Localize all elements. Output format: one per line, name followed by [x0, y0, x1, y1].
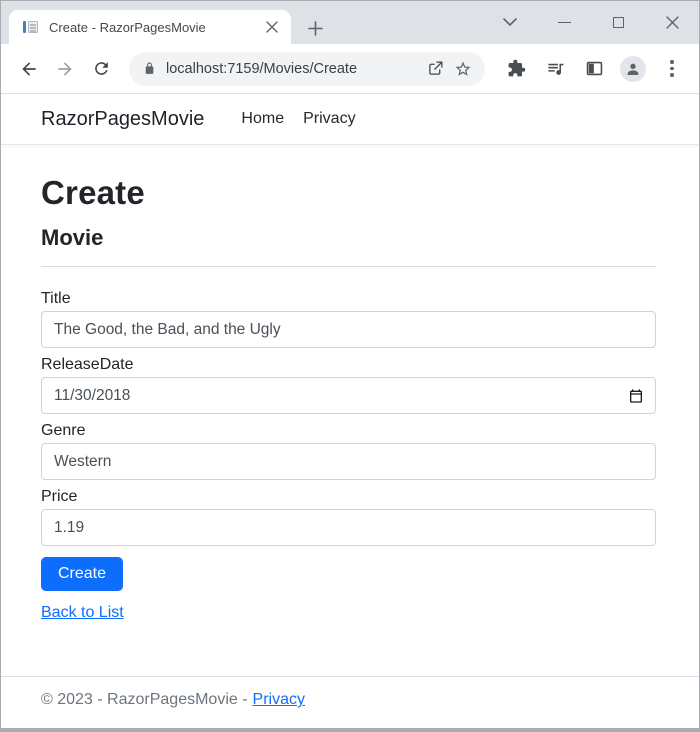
navbar-brand[interactable]: RazorPagesMovie: [41, 108, 204, 131]
extensions-button[interactable]: [503, 56, 529, 82]
bookmark-star-button[interactable]: [449, 55, 477, 83]
close-window-button[interactable]: [657, 8, 687, 38]
maximize-button[interactable]: [603, 8, 633, 38]
browser-tab[interactable]: Create - RazorPagesMovie: [9, 10, 291, 44]
browser-menu-button[interactable]: [659, 56, 685, 82]
price-label: Price: [41, 488, 78, 505]
minimize-button[interactable]: [549, 8, 579, 38]
forward-button[interactable]: [49, 53, 81, 85]
price-field-group: Price: [41, 488, 656, 546]
puzzle-icon: [508, 59, 525, 77]
window-controls: [495, 1, 687, 44]
footer-privacy-link[interactable]: Privacy: [253, 691, 305, 708]
titlebar: Create - RazorPagesMovie: [1, 1, 699, 44]
profile-avatar[interactable]: [620, 55, 646, 82]
footer-copyright: © 2023 - RazorPagesMovie -: [41, 691, 248, 708]
tab-title: Create - RazorPagesMovie: [49, 19, 206, 35]
page-title: Create: [41, 174, 145, 211]
releasedate-input[interactable]: [41, 377, 656, 414]
person-icon: [627, 63, 639, 75]
genre-field-group: Genre: [41, 422, 656, 480]
create-movie-form: Title ReleaseDate Genre: [41, 290, 656, 591]
browser-window: Create - RazorPagesMovie localhost:7159/…: [0, 0, 700, 732]
price-input[interactable]: [41, 509, 656, 546]
share-icon: [428, 61, 443, 75]
releasedate-field-group: ReleaseDate: [41, 356, 656, 414]
three-dots-icon: [670, 60, 674, 77]
web-page: RazorPagesMovie Home Privacy Create Movi…: [1, 94, 699, 728]
side-panel-icon: [586, 61, 602, 76]
reload-button[interactable]: [85, 53, 117, 85]
url-text[interactable]: localhost:7159/Movies/Create: [166, 61, 421, 77]
genre-input[interactable]: [41, 443, 656, 480]
genre-label: Genre: [41, 422, 86, 439]
address-bar[interactable]: localhost:7159/Movies/Create: [129, 51, 485, 86]
releasedate-label: ReleaseDate: [41, 356, 134, 373]
site-navbar: RazorPagesMovie Home Privacy: [1, 94, 699, 145]
calendar-icon[interactable]: [628, 388, 644, 404]
star-icon: [455, 61, 471, 76]
site-footer: © 2023 - RazorPagesMovie - Privacy: [1, 676, 699, 728]
side-panel-button[interactable]: [581, 56, 607, 82]
media-playlist-icon: [547, 63, 563, 75]
nav-link-privacy[interactable]: Privacy: [303, 110, 355, 128]
browser-toolbar: localhost:7159/Movies/Create: [1, 44, 699, 94]
share-button[interactable]: [421, 55, 449, 83]
back-button[interactable]: [13, 53, 45, 85]
lock-icon: [145, 62, 154, 74]
navbar-links: Home Privacy: [241, 110, 355, 128]
media-controls-button[interactable]: [542, 56, 568, 82]
title-input[interactable]: [41, 311, 656, 348]
page-subtitle: Movie: [41, 225, 104, 250]
nav-link-home[interactable]: Home: [241, 110, 284, 128]
tab-favicon-icon: [23, 19, 39, 35]
create-submit-button[interactable]: Create: [41, 557, 124, 591]
new-tab-button[interactable]: [301, 14, 329, 42]
tab-search-chevron-icon[interactable]: [495, 8, 525, 38]
title-label: Title: [41, 290, 71, 307]
title-field-group: Title: [41, 290, 656, 348]
main-content: Create Movie Title ReleaseDate: [1, 145, 699, 676]
back-to-list-link[interactable]: Back to List: [41, 604, 124, 622]
divider: [41, 266, 656, 267]
tab-close-icon[interactable]: [263, 18, 281, 36]
toolbar-right-group: [503, 55, 685, 82]
